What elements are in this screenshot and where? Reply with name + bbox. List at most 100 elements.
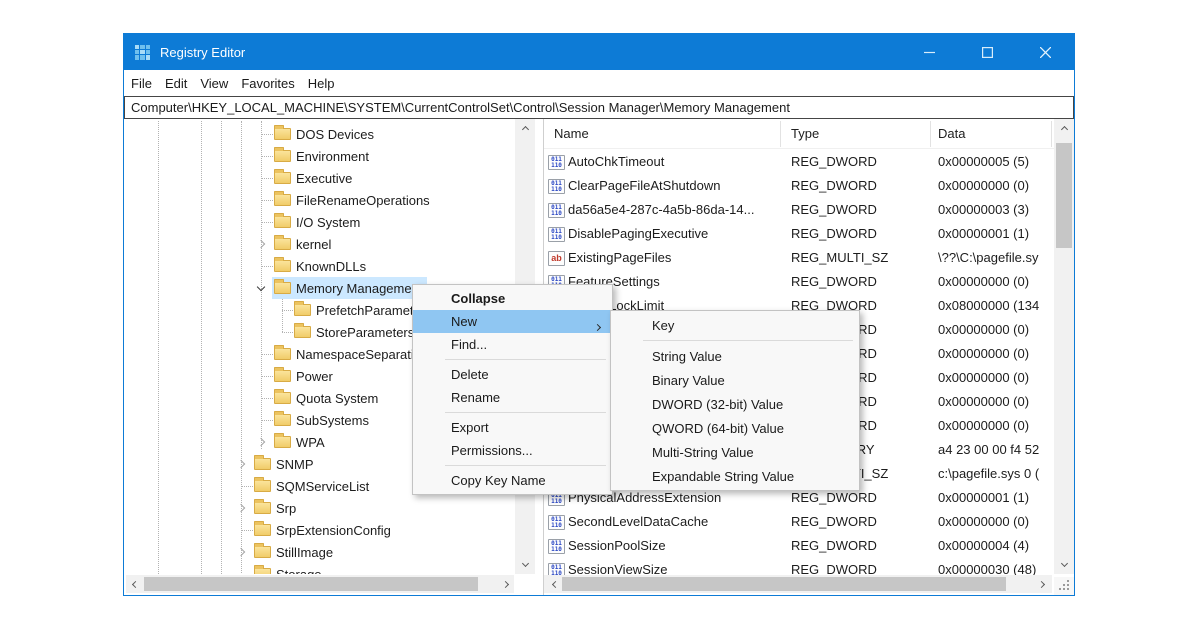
- dword-value-icon: 011110: [548, 179, 565, 194]
- scroll-left-button[interactable]: [546, 576, 562, 592]
- address-bar[interactable]: Computer\HKEY_LOCAL_MACHINE\SYSTEM\Curre…: [124, 96, 1074, 119]
- submenu-item-dword-32-bit-value[interactable]: DWORD (32-bit) Value: [611, 392, 859, 416]
- menubar-item-favorites[interactable]: Favorites: [241, 76, 294, 91]
- scrollbar-thumb[interactable]: [562, 577, 1006, 591]
- menubar-item-view[interactable]: View: [200, 76, 228, 91]
- value-data: 0x00000005 (5): [938, 150, 1052, 174]
- column-header-data[interactable]: Data: [938, 119, 965, 149]
- tree-item-storage[interactable]: Storage: [124, 563, 515, 574]
- menu-separator: [445, 465, 606, 466]
- registry-editor-icon: [135, 45, 150, 60]
- tree-expander-icon[interactable]: [233, 544, 249, 560]
- tree-item-executive[interactable]: Executive: [124, 167, 515, 189]
- context-menu-item-new[interactable]: New: [413, 310, 612, 333]
- value-name: SessionPoolSize: [568, 534, 778, 558]
- registry-value-row[interactable]: 011110AutoChkTimeoutREG_DWORD0x00000005 …: [544, 150, 1054, 174]
- tree-item-label: SNMP: [276, 457, 314, 472]
- value-data: 0x00000000 (0): [938, 414, 1052, 438]
- minimize-button[interactable]: [900, 34, 958, 70]
- tree-item-label: Quota System: [296, 391, 378, 406]
- submenu-item-expandable-string-value[interactable]: Expandable String Value: [611, 464, 859, 488]
- tree-expander-icon[interactable]: [253, 236, 269, 252]
- values-horizontal-scrollbar[interactable]: [544, 575, 1052, 593]
- context-menu-item-rename[interactable]: Rename: [413, 386, 612, 409]
- submenu-item-qword-64-bit-value[interactable]: QWORD (64-bit) Value: [611, 416, 859, 440]
- registry-value-row[interactable]: 011110DisablePagingExecutiveREG_DWORD0x0…: [544, 222, 1054, 246]
- registry-value-row[interactable]: 011110da56a5e4-287c-4a5b-86da-14... REG_D…: [544, 198, 1054, 222]
- context-menu-item-find[interactable]: Find...: [413, 333, 612, 356]
- scroll-down-button[interactable]: [1056, 556, 1072, 572]
- maximize-button[interactable]: [958, 34, 1016, 70]
- registry-value-row[interactable]: 011110FeatureSettingsREG_DWORD0x00000000…: [544, 270, 1054, 294]
- scroll-up-button[interactable]: [1056, 120, 1072, 136]
- tree-item-label: SrpExtensionConfig: [276, 523, 391, 538]
- value-type: REG_DWORD: [791, 222, 929, 246]
- folder-icon: [274, 150, 291, 162]
- values-vertical-scrollbar[interactable]: [1054, 119, 1074, 574]
- close-button[interactable]: [1016, 34, 1074, 70]
- value-name: da56a5e4-287c-4a5b-86da-14...: [568, 198, 778, 222]
- tree-item-environment[interactable]: Environment: [124, 145, 515, 167]
- tree-item-srpextensionconfig[interactable]: SrpExtensionConfig: [124, 519, 515, 541]
- submenu-item-multi-string-value[interactable]: Multi-String Value: [611, 440, 859, 464]
- dword-value-icon: 011110: [548, 227, 565, 242]
- registry-value-row[interactable]: 011110SecondLevelDataCacheREG_DWORD0x000…: [544, 510, 1054, 534]
- context-menu-item-permissions[interactable]: Permissions...: [413, 439, 612, 462]
- value-type: REG_DWORD: [791, 510, 929, 534]
- registry-value-row[interactable]: abExistingPageFilesREG_MULTI_SZ\??\C:\pa…: [544, 246, 1054, 270]
- value-data: 0x00000000 (0): [938, 342, 1052, 366]
- submenu-item-string-value[interactable]: String Value: [611, 344, 859, 368]
- scroll-down-button[interactable]: [517, 556, 533, 572]
- registry-value-row[interactable]: 011110SessionPoolSizeREG_DWORD0x00000004…: [544, 534, 1054, 558]
- menu-bar: File Edit View Favorites Help: [124, 70, 1074, 96]
- scroll-left-button[interactable]: [126, 576, 142, 592]
- value-type: REG_DWORD: [791, 534, 929, 558]
- menu-separator: [445, 412, 606, 413]
- tree-item-srp[interactable]: Srp: [124, 497, 515, 519]
- column-separator: [1051, 121, 1052, 147]
- resize-grip[interactable]: [1054, 577, 1074, 595]
- tree-expander-icon[interactable]: [253, 280, 269, 296]
- tree-expander-icon[interactable]: [233, 500, 249, 516]
- registry-value-row[interactable]: 011110ClearPageFileAtShutdownREG_DWORD0x…: [544, 174, 1054, 198]
- submenu-item-binary-value[interactable]: Binary Value: [611, 368, 859, 392]
- column-header-type[interactable]: Type: [791, 119, 819, 149]
- value-type: REG_DWORD: [791, 150, 929, 174]
- context-menu-item-copy-key-name[interactable]: Copy Key Name: [413, 469, 612, 492]
- menu-separator: [643, 340, 853, 341]
- tree-item-filerenameoperations[interactable]: FileRenameOperations: [124, 189, 515, 211]
- value-data: 0x00000000 (0): [938, 390, 1052, 414]
- tree-expander-icon[interactable]: [233, 456, 249, 472]
- tree-item-stillimage[interactable]: StillImage: [124, 541, 515, 563]
- value-name: DisablePagingExecutive: [568, 222, 778, 246]
- scroll-right-button[interactable]: [1034, 576, 1050, 592]
- minimize-icon: [924, 47, 935, 58]
- column-separator: [930, 121, 931, 147]
- value-name: AutoChkTimeout: [568, 150, 778, 174]
- value-data: 0x08000000 (134: [938, 294, 1052, 318]
- scrollbar-thumb[interactable]: [1056, 143, 1072, 248]
- folder-icon: [274, 128, 291, 140]
- scroll-right-button[interactable]: [498, 576, 514, 592]
- tree-horizontal-scrollbar[interactable]: [126, 575, 514, 593]
- menubar-item-edit[interactable]: Edit: [165, 76, 187, 91]
- dword-value-icon: 011110: [548, 203, 565, 218]
- tree-expander-icon[interactable]: [253, 434, 269, 450]
- scroll-up-button[interactable]: [517, 120, 533, 136]
- submenu-item-key[interactable]: Key: [611, 313, 859, 337]
- context-menu-item-delete[interactable]: Delete: [413, 363, 612, 386]
- value-type: REG_DWORD: [791, 198, 929, 222]
- tree-item-i-o-system[interactable]: I/O System: [124, 211, 515, 233]
- tree-item-knowndlls[interactable]: KnownDLLs: [124, 255, 515, 277]
- tree-item-label: StoreParameters: [316, 325, 414, 340]
- tree-item-kernel[interactable]: kernel: [124, 233, 515, 255]
- context-menu-item-export[interactable]: Export: [413, 416, 612, 439]
- menubar-item-help[interactable]: Help: [308, 76, 335, 91]
- tree-item-label: Srp: [276, 501, 296, 516]
- scrollbar-thumb[interactable]: [144, 577, 478, 591]
- tree-item-dos-devices[interactable]: DOS Devices: [124, 123, 515, 145]
- context-menu-item-collapse[interactable]: Collapse: [413, 287, 612, 310]
- menubar-item-file[interactable]: File: [131, 76, 152, 91]
- dword-value-icon: 011110: [548, 515, 565, 530]
- column-header-name[interactable]: Name: [554, 119, 589, 149]
